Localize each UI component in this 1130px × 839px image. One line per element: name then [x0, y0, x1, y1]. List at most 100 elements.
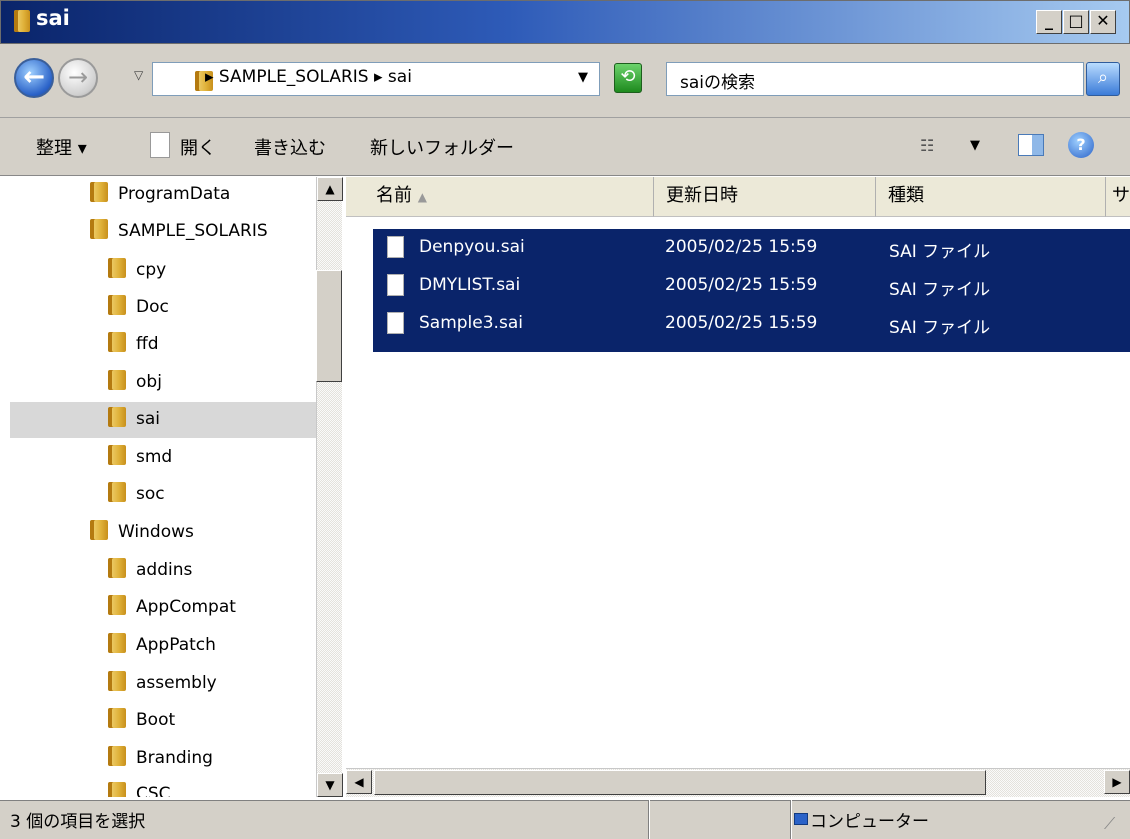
- recent-pages-dropdown-icon[interactable]: ▽: [134, 68, 143, 82]
- file-icon: [387, 274, 404, 296]
- window-title: sai: [36, 6, 70, 30]
- folder-icon: [108, 708, 126, 728]
- folder-icon: [108, 782, 126, 797]
- minimize-button[interactable]: _: [1036, 10, 1062, 34]
- folder-icon: [108, 671, 126, 691]
- folder-icon: [108, 595, 126, 615]
- scroll-left-icon[interactable]: ◀: [346, 770, 372, 794]
- column-header-name[interactable]: 名前 ▲: [346, 177, 654, 217]
- file-date: 2005/02/25 15:59: [665, 275, 818, 295]
- organize-button[interactable]: 整理 ▾: [36, 134, 87, 160]
- search-icon[interactable]: ⌕: [1086, 62, 1120, 96]
- forward-button[interactable]: →: [58, 58, 98, 98]
- scroll-right-icon[interactable]: ▶: [1104, 770, 1130, 794]
- tree-item-label: ProgramData: [118, 184, 231, 204]
- tree-item-cpy[interactable]: cpy: [108, 253, 166, 289]
- back-button[interactable]: ←: [14, 58, 54, 98]
- tree-item-soc[interactable]: soc: [108, 477, 165, 513]
- tree-item-label: AppCompat: [136, 597, 236, 617]
- tree-item-doc[interactable]: Doc: [108, 290, 169, 326]
- file-name: Sample3.sai: [419, 313, 523, 333]
- column-header-date[interactable]: 更新日時: [654, 177, 876, 217]
- file-date: 2005/02/25 15:59: [665, 313, 818, 333]
- file-name: Denpyou.sai: [419, 237, 525, 257]
- burn-button[interactable]: 書き込む: [254, 134, 326, 160]
- file-icon: [387, 236, 404, 258]
- status-divider: [648, 800, 650, 839]
- file-type: SAI ファイル: [889, 242, 991, 262]
- tree-item-label: soc: [136, 484, 165, 504]
- tree-item-apppatch[interactable]: AppPatch: [108, 628, 216, 664]
- tree-scrollbar-thumb[interactable]: [316, 270, 342, 382]
- open-file-icon: [150, 132, 170, 158]
- status-selection: 3 個の項目を選択: [10, 812, 146, 832]
- tree-item-label: SAMPLE_SOLARIS: [118, 221, 268, 241]
- view-dropdown-icon[interactable]: ▼: [970, 138, 980, 153]
- folder-icon: [108, 295, 126, 315]
- column-header-label: 名前: [376, 185, 412, 206]
- folder-icon: [108, 370, 126, 390]
- tree-item-csc[interactable]: CSC: [108, 777, 171, 797]
- scroll-up-icon[interactable]: ▲: [317, 177, 343, 201]
- file-name: DMYLIST.sai: [419, 275, 521, 295]
- column-header-size[interactable]: サ: [1106, 177, 1130, 217]
- tree-item-sample-solaris[interactable]: SAMPLE_SOLARIS: [90, 214, 268, 250]
- sort-ascending-icon: ▲: [417, 190, 427, 204]
- file-row[interactable]: Denpyou.sai 2005/02/25 15:59 SAI ファイル: [373, 229, 1130, 267]
- navigation-pane[interactable]: ProgramData SAMPLE_SOLARIS cpy Doc ffd o…: [10, 177, 316, 797]
- scroll-down-icon[interactable]: ▼: [317, 773, 343, 797]
- folder-icon: [14, 10, 30, 32]
- preview-pane-icon[interactable]: [1018, 134, 1044, 156]
- file-icon: [387, 312, 404, 334]
- refresh-button[interactable]: ⟲: [614, 63, 642, 93]
- file-type: SAI ファイル: [889, 318, 991, 338]
- folder-icon: [90, 219, 108, 239]
- tree-item-label: assembly: [136, 673, 217, 693]
- open-button[interactable]: 開く: [180, 134, 216, 160]
- tree-item-label: addins: [136, 560, 193, 580]
- tree-item-label: cpy: [136, 260, 167, 280]
- tree-item-appcompat[interactable]: AppCompat: [108, 590, 236, 626]
- folder-icon: [108, 445, 126, 465]
- folder-icon: [108, 407, 126, 427]
- file-row[interactable]: Sample3.sai 2005/02/25 15:59 SAI ファイル: [373, 305, 1130, 352]
- tree-item-label: Boot: [136, 710, 176, 730]
- tree-item-windows[interactable]: Windows: [90, 515, 194, 551]
- tree-item-programdata[interactable]: ProgramData: [90, 177, 230, 213]
- folder-icon: [108, 482, 126, 502]
- tree-item-sai[interactable]: sai: [10, 402, 316, 438]
- file-row[interactable]: DMYLIST.sai 2005/02/25 15:59 SAI ファイル: [373, 267, 1130, 305]
- tree-item-label: AppPatch: [136, 635, 216, 655]
- tree-item-label: Branding: [136, 748, 213, 768]
- address-path[interactable]: ▸ SAMPLE_SOLARIS ▸ sai: [205, 67, 412, 87]
- resize-grip-icon[interactable]: ⟋: [1104, 814, 1115, 834]
- folder-icon: [108, 258, 126, 278]
- tree-item-addins[interactable]: addins: [108, 553, 192, 589]
- help-icon[interactable]: ?: [1068, 132, 1094, 158]
- folder-icon: [90, 520, 108, 540]
- maximize-button[interactable]: □: [1063, 10, 1089, 34]
- tree-item-ffd[interactable]: ffd: [108, 327, 159, 363]
- tree-item-boot[interactable]: Boot: [108, 703, 175, 739]
- address-dropdown-icon[interactable]: ▼: [578, 70, 588, 85]
- tree-item-label: Doc: [136, 297, 169, 317]
- status-divider: [790, 800, 792, 839]
- tree-item-smd[interactable]: smd: [108, 440, 172, 476]
- horizontal-scrollbar-thumb[interactable]: [374, 770, 986, 795]
- tree-item-assembly[interactable]: assembly: [108, 666, 217, 702]
- close-button[interactable]: ✕: [1090, 10, 1116, 34]
- tree-item-branding[interactable]: Branding: [108, 741, 213, 777]
- status-location: コンピューター: [810, 812, 929, 832]
- tree-item-label: Windows: [118, 522, 194, 542]
- column-header-type[interactable]: 種類: [876, 177, 1106, 217]
- tree-item-label: smd: [136, 447, 173, 467]
- file-type: SAI ファイル: [889, 280, 991, 300]
- computer-icon: [794, 813, 808, 825]
- tree-item-label: ffd: [136, 334, 159, 354]
- view-options-icon[interactable]: ☷: [920, 136, 934, 155]
- tree-item-label: CSC: [136, 784, 171, 797]
- title-bar[interactable]: [0, 0, 1130, 44]
- new-folder-button[interactable]: 新しいフォルダー: [370, 134, 514, 160]
- tree-item-obj[interactable]: obj: [108, 365, 162, 401]
- file-date: 2005/02/25 15:59: [665, 237, 818, 257]
